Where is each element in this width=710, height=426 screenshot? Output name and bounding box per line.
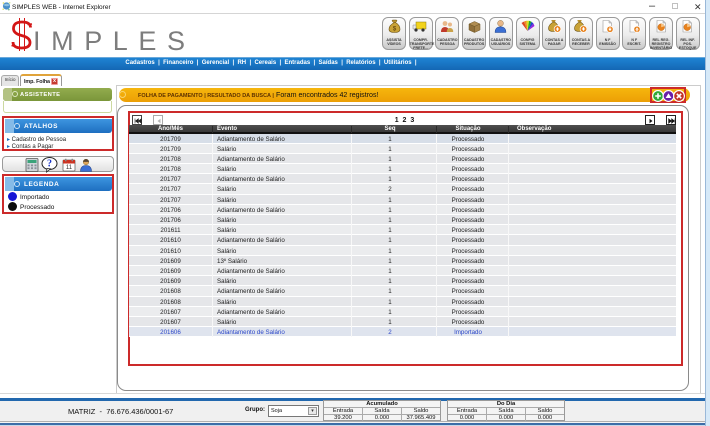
svg-text:?: ? xyxy=(47,159,52,170)
svg-text:11: 11 xyxy=(66,165,73,171)
